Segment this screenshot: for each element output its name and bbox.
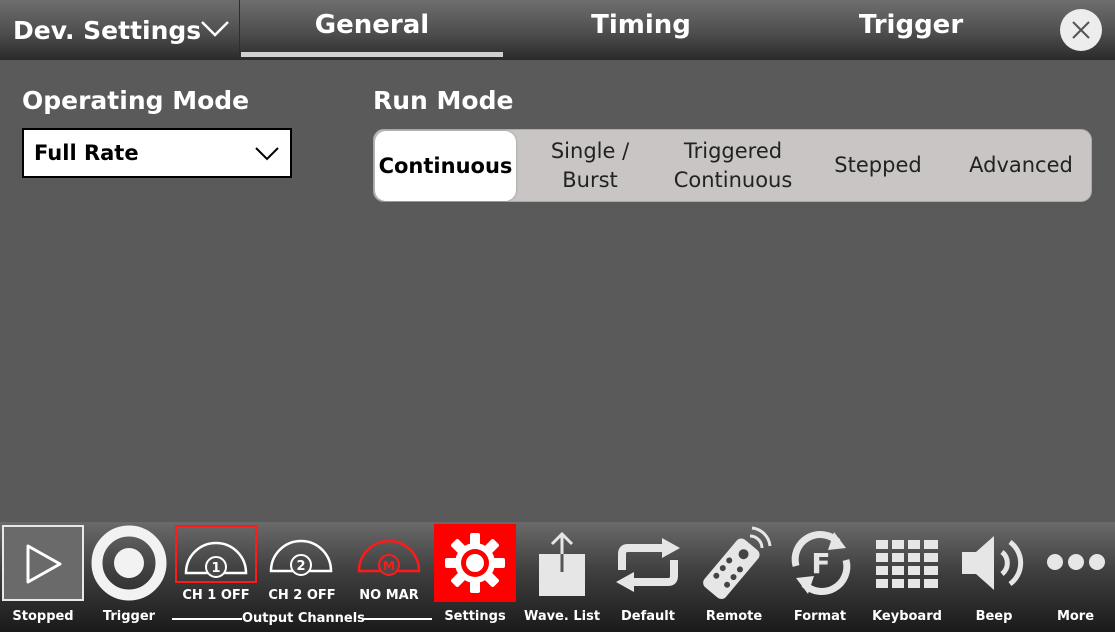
tab-trigger[interactable]: Trigger — [780, 0, 1042, 60]
trigger-label: Trigger — [102, 609, 156, 624]
run-mode-label: Stepped — [834, 153, 922, 177]
output-channels-label: Output Channels — [242, 611, 365, 626]
format-letter: F — [811, 547, 830, 580]
dev-settings-label: Dev. Settings — [13, 15, 202, 45]
marker-icon[interactable]: M — [356, 529, 422, 577]
keyboard-label: Keyboard — [872, 609, 942, 624]
ch2-label: CH 2 OFF — [268, 588, 336, 603]
trigger-icon[interactable] — [90, 524, 168, 602]
run-mode-label: Advanced — [969, 153, 1073, 177]
play-icon — [26, 544, 62, 584]
stopped-button[interactable] — [2, 525, 84, 601]
format-icon[interactable]: F — [786, 528, 856, 598]
ch1-number: 1 — [211, 561, 220, 576]
chevron-down-icon — [201, 21, 229, 37]
operating-mode-title: Operating Mode — [22, 86, 250, 115]
group-divider — [172, 618, 242, 620]
gear-icon — [445, 533, 505, 593]
stopped-label: Stopped — [12, 609, 74, 624]
speaker-icon[interactable] — [960, 532, 1030, 594]
tab-general-label: General — [314, 10, 430, 40]
format-label: Format — [793, 609, 847, 624]
chevron-down-icon — [255, 147, 279, 161]
marker-label: NO MAR — [359, 588, 419, 603]
group-divider — [362, 618, 432, 620]
close-button[interactable] — [1060, 9, 1102, 51]
channel-2-icon[interactable]: 2 — [268, 529, 334, 577]
run-mode-title: Run Mode — [373, 86, 514, 115]
tab-timing-label: Timing — [591, 10, 691, 40]
marker-letter: M — [383, 559, 395, 573]
run-mode-triggered-continuous[interactable]: Triggered Continuous — [661, 130, 805, 201]
run-mode-advanced[interactable]: Advanced — [950, 130, 1092, 201]
run-mode-stepped[interactable]: Stepped — [806, 130, 950, 201]
tab-timing[interactable]: Timing — [510, 0, 772, 60]
beep-label: Beep — [975, 609, 1013, 624]
run-mode-label: Continuous — [378, 153, 513, 178]
tab-trigger-label: Trigger — [858, 10, 964, 40]
ch2-number: 2 — [296, 559, 305, 574]
operating-mode-value: Full Rate — [34, 141, 139, 165]
ch1-button[interactable]: 1 — [175, 525, 257, 583]
run-mode-label-line2: Burst — [562, 167, 618, 192]
run-mode-continuous[interactable]: Continuous — [375, 131, 516, 201]
upload-icon[interactable] — [536, 530, 588, 598]
remote-control-icon[interactable] — [694, 524, 774, 602]
wave-list-label: Wave. List — [523, 609, 601, 624]
settings-button[interactable] — [434, 524, 516, 602]
default-label: Default — [621, 609, 675, 624]
operating-mode-select[interactable]: Full Rate — [22, 128, 292, 178]
remote-label: Remote — [705, 609, 763, 624]
repeat-icon[interactable] — [612, 538, 684, 592]
close-icon — [1072, 21, 1090, 39]
top-header: Dev. Settings General Timing Trigger — [0, 0, 1115, 60]
run-mode-single-burst[interactable]: Single / Burst — [520, 130, 660, 201]
run-mode-label: Single / — [550, 138, 630, 163]
settings-label: Settings — [444, 609, 506, 624]
dev-settings-dropdown[interactable]: Dev. Settings — [0, 0, 240, 60]
more-label: More — [1056, 609, 1095, 624]
keypad-icon[interactable] — [876, 540, 938, 588]
channel-1-icon: 1 — [184, 541, 248, 578]
bottom-toolbar: Stopped Trigger 1 CH 1 OFF 2 CH 2 OFF M … — [0, 522, 1115, 632]
tab-general[interactable]: General — [241, 0, 503, 60]
ch1-label: CH 1 OFF — [182, 588, 250, 603]
run-mode-label: Triggered — [683, 138, 783, 163]
more-icon[interactable] — [1046, 552, 1106, 572]
run-mode-selector: Continuous Single / Burst Triggered Cont… — [373, 129, 1092, 202]
run-mode-label-line2: Continuous — [673, 167, 793, 192]
